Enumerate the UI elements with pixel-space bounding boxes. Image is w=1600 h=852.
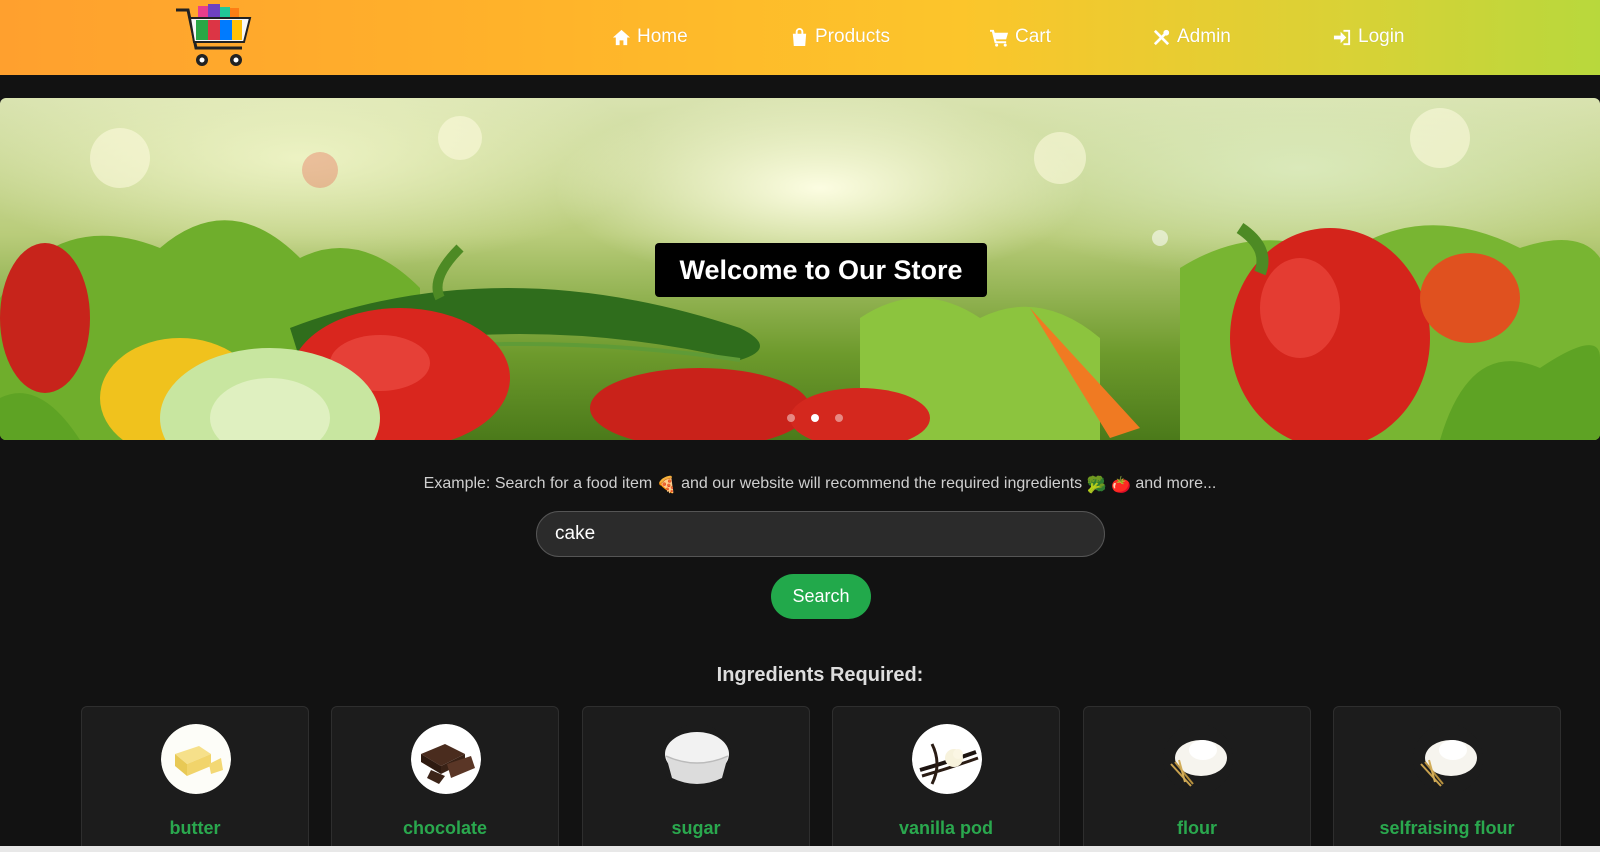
nav-home-label: Home <box>637 26 688 47</box>
navbar: Home Products Cart Admin Login <box>0 0 1600 75</box>
nav-cart-label: Cart <box>1015 26 1051 47</box>
ingredient-card-flour[interactable]: flour <box>1083 706 1311 852</box>
home-icon <box>612 29 631 45</box>
ingredient-name: butter <box>169 818 221 838</box>
ingredient-card-selfraising-flour[interactable]: selfraising flour <box>1333 706 1561 852</box>
nav-login-label: Login <box>1358 26 1405 47</box>
carousel-indicators <box>787 414 843 422</box>
carousel-dot[interactable] <box>835 414 843 422</box>
nav-home[interactable]: Home <box>612 24 688 50</box>
ingredient-name: chocolate <box>402 818 488 838</box>
selfraising-flour-image <box>1413 724 1483 794</box>
vanilla-pod-image <box>912 724 982 794</box>
sugar-image <box>662 724 732 794</box>
nav-admin-label: Admin <box>1177 26 1231 47</box>
ingredient-card-chocolate[interactable]: chocolate <box>331 706 559 852</box>
tomato-icon: 🍅 <box>1111 477 1131 494</box>
ingredient-card-butter[interactable]: butter <box>81 706 309 852</box>
broccoli-icon: 🥦 <box>1086 477 1107 494</box>
ingredient-name: sugar <box>671 818 721 838</box>
shopping-cart-logo[interactable] <box>174 2 258 72</box>
hint-middle: and our website will recommend the requi… <box>681 475 1083 492</box>
nav-login[interactable]: Login <box>1333 24 1405 50</box>
shopping-bag-icon <box>792 27 807 46</box>
search-hint: Example: Search for a food item 🍕 and ou… <box>0 475 1600 495</box>
hint-prefix: Example: Search for a food item <box>423 475 653 492</box>
sign-in-icon <box>1333 29 1351 45</box>
ingredient-name: vanilla pod <box>898 818 994 838</box>
chocolate-image <box>411 724 481 794</box>
nav-products-label: Products <box>815 26 890 47</box>
nav-admin[interactable]: Admin <box>1152 24 1231 50</box>
search-button[interactable]: Search <box>771 574 871 619</box>
horizontal-scrollbar[interactable] <box>0 846 1600 852</box>
nav-products[interactable]: Products <box>790 24 890 50</box>
cart-icon <box>990 29 1009 47</box>
flour-image <box>1163 724 1233 794</box>
ingredients-heading: Ingredients Required: <box>716 664 924 686</box>
ingredient-card-sugar[interactable]: sugar <box>582 706 810 852</box>
hero-title: Welcome to Our Store <box>655 243 987 297</box>
ingredient-name: selfraising flour <box>1379 818 1515 838</box>
pizza-icon: 🍕 <box>656 477 677 494</box>
carousel-dot[interactable] <box>787 414 795 422</box>
ingredient-card-vanilla-pod[interactable]: vanilla pod <box>832 706 1060 852</box>
ingredient-name: flour <box>1177 818 1217 838</box>
hero-carousel[interactable]: Welcome to Our Store <box>0 98 1600 440</box>
nav-cart[interactable]: Cart <box>990 24 1051 50</box>
tools-icon <box>1153 29 1170 45</box>
search-input[interactable] <box>536 511 1105 557</box>
carousel-dot-active[interactable] <box>811 414 819 422</box>
hint-suffix: and more... <box>1135 475 1217 492</box>
butter-image <box>161 724 231 794</box>
